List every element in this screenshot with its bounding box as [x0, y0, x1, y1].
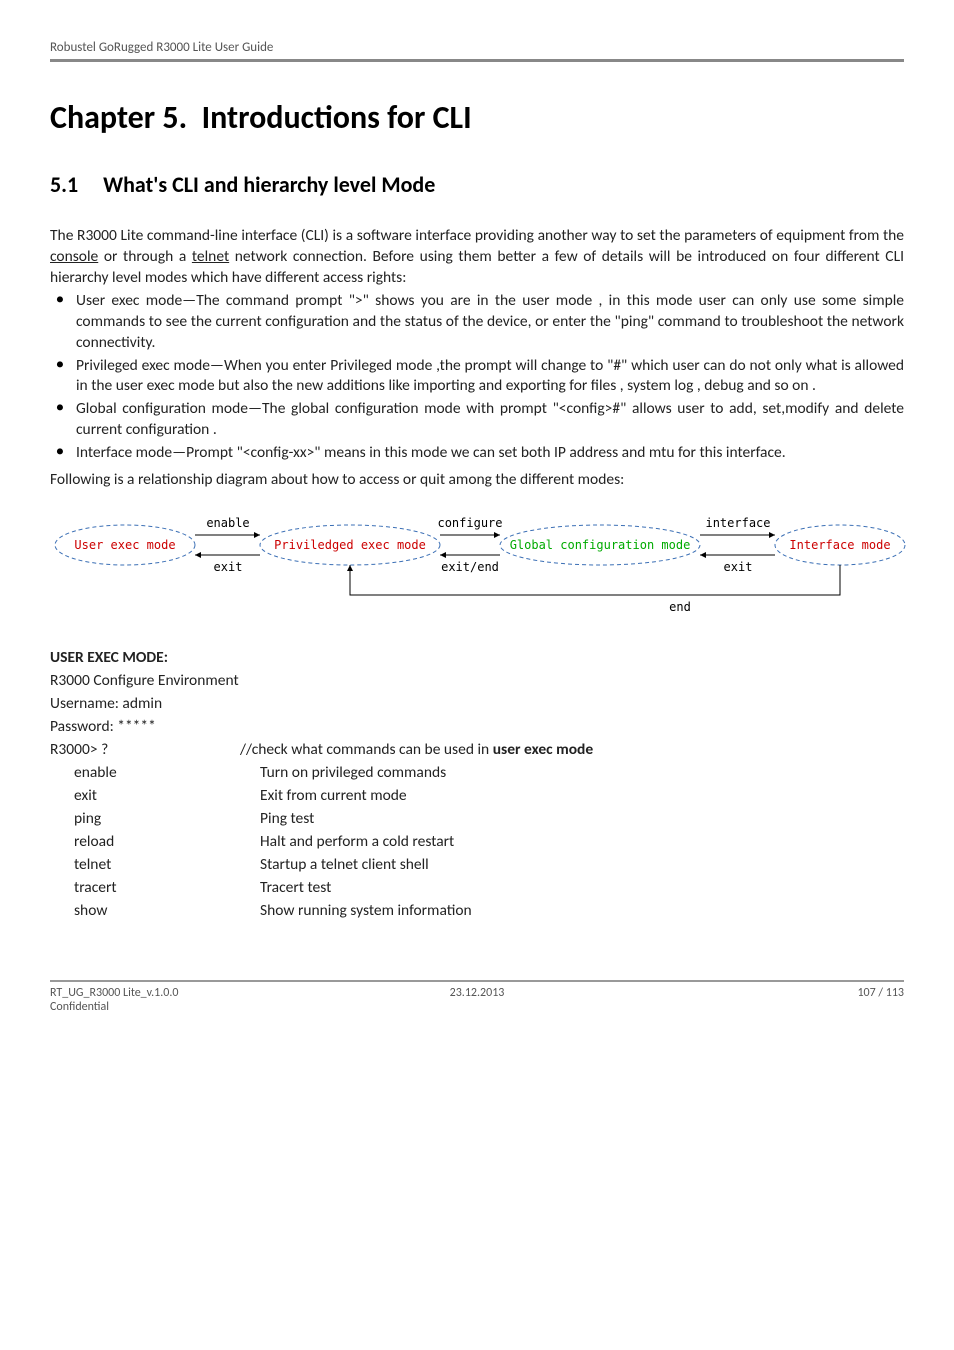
cli-command-desc: Turn on privileged commands: [260, 763, 904, 782]
chapter-number: Chapter 5.: [50, 98, 187, 137]
page-footer: RT_UG_R3000 Lite_v.1.0.0 23.12.2013 107 …: [50, 980, 904, 1000]
cli-command: telnet: [50, 855, 260, 874]
diagram-node-iface: Interface mode: [789, 538, 890, 552]
cli-command-desc: Tracert test: [260, 878, 904, 897]
section-heading: 5.1 What's CLI and hierarchy level Mode: [50, 171, 904, 198]
diagram-edge-exit2: exit: [724, 560, 753, 574]
header-title: Robustel GoRugged R3000 Lite User Guide: [50, 40, 273, 55]
diagram-node-priv: Priviledged exec mode: [274, 538, 426, 552]
cli-command: tracert: [50, 878, 260, 897]
cli-prompt: R3000> ?: [50, 740, 240, 759]
cli-command: ping: [50, 809, 260, 828]
cli-password: Password: *****: [50, 717, 904, 736]
link-telnet[interactable]: telnet: [192, 247, 229, 266]
cli-username: Username: admin: [50, 694, 904, 713]
cli-command-row: enable Turn on privileged commands: [50, 763, 904, 782]
cli-command-desc: Ping test: [260, 809, 904, 828]
footer-center: 23.12.2013: [335, 986, 620, 1000]
cli-prompt-row: R3000> ? //check what commands can be us…: [50, 740, 904, 759]
list-item: User exec mode—The command prompt ">" sh…: [50, 291, 904, 354]
footer-right: 107 / 113: [619, 986, 904, 1000]
chapter-title: Introductions for CLI: [202, 98, 472, 137]
cli-command-row: exit Exit from current mode: [50, 786, 904, 805]
cli-command-desc: Show running system information: [260, 901, 904, 920]
cli-command: exit: [50, 786, 260, 805]
cli-command: show: [50, 901, 260, 920]
diagram-node-user: User exec mode: [74, 538, 175, 552]
list-item: Interface mode—Prompt "<config-xx>" mean…: [50, 443, 904, 464]
cli-command-row: show Show running system information: [50, 901, 904, 920]
section-title: What's CLI and hierarchy level Mode: [103, 171, 435, 198]
cli-command-desc: Startup a telnet client shell: [260, 855, 904, 874]
user-exec-heading: USER EXEC MODE:: [50, 648, 904, 667]
link-console[interactable]: console: [50, 247, 98, 266]
footer-confidential: Confidential: [50, 1000, 904, 1014]
bullet-list: User exec mode—The command prompt ">" sh…: [50, 291, 904, 464]
cli-prompt-desc: //check what commands can be used in use…: [240, 740, 904, 759]
cli-command: reload: [50, 832, 260, 851]
cli-command-row: reload Halt and perform a cold restart: [50, 832, 904, 851]
footer-left: RT_UG_R3000 Lite_v.1.0.0: [50, 986, 335, 1000]
cli-command-desc: Halt and perform a cold restart: [260, 832, 904, 851]
mode-relationship-diagram: User exec mode Priviledged exec mode Glo…: [50, 505, 910, 625]
diagram-node-global: Global configuration mode: [510, 538, 691, 552]
section-number: 5.1: [50, 171, 78, 198]
page-header: Robustel GoRugged R3000 Lite User Guide: [50, 40, 904, 62]
cli-command: enable: [50, 763, 260, 782]
cli-env: R3000 Configure Environment: [50, 671, 904, 690]
diagram-edge-configure: configure: [437, 516, 502, 530]
intro-paragraph: The R3000 Lite command-line interface (C…: [50, 226, 904, 289]
list-item: Privileged exec mode—When you enter Priv…: [50, 356, 904, 398]
cli-command-desc: Exit from current mode: [260, 786, 904, 805]
diagram-edge-interface: interface: [705, 516, 770, 530]
cli-command-row: tracert Tracert test: [50, 878, 904, 897]
diagram-edge-end: end: [669, 600, 691, 614]
cli-command-row: telnet Startup a telnet client shell: [50, 855, 904, 874]
diagram-edge-exit1: exit: [214, 560, 243, 574]
diagram-edge-enable: enable: [206, 516, 249, 530]
cli-command-row: ping Ping test: [50, 809, 904, 828]
list-item: Global configuration mode—The global con…: [50, 399, 904, 441]
diagram-edge-exitend: exit/end: [441, 560, 499, 574]
following-text: Following is a relationship diagram abou…: [50, 470, 904, 489]
chapter-heading: Chapter 5. Introductions for CLI: [50, 98, 904, 137]
